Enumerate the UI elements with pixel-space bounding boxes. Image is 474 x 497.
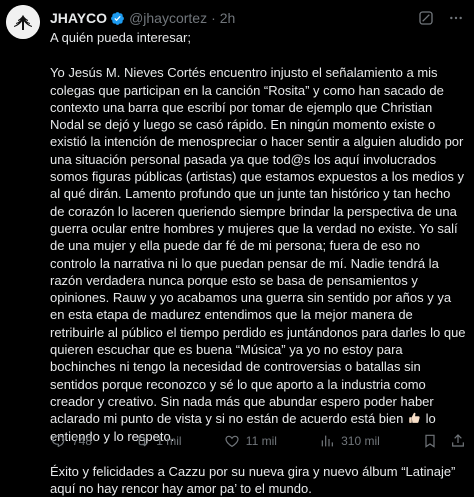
heart-icon bbox=[225, 435, 239, 448]
repost-count: 1 mil bbox=[156, 434, 182, 448]
like-count: 11 mil bbox=[245, 434, 277, 448]
bookmark-icon[interactable] bbox=[422, 433, 438, 449]
reply-button[interactable]: 748 bbox=[50, 433, 92, 449]
tweet-actions: 748 1 mil 11 mil 310 mil bbox=[50, 432, 466, 450]
wing-logo-icon bbox=[6, 5, 40, 39]
views-icon bbox=[321, 435, 334, 447]
thumbs-up-emoji bbox=[409, 412, 420, 424]
reply-count: 748 bbox=[72, 434, 93, 448]
avatar[interactable] bbox=[6, 5, 40, 39]
tweet: JHAYCO @jhaycortez · 2h A quién pueda in… bbox=[0, 0, 474, 496]
tweet-paragraph-2: Yo Jesús M. Nieves Cortés encuentro inju… bbox=[50, 64, 468, 445]
grok-icon[interactable] bbox=[418, 10, 434, 26]
tweet-actions-right bbox=[422, 433, 466, 449]
verified-badge-icon bbox=[111, 11, 124, 25]
repost-button[interactable]: 1 mil bbox=[134, 433, 182, 449]
like-button[interactable]: 11 mil bbox=[224, 433, 277, 449]
repost-icon bbox=[137, 435, 148, 447]
header-actions bbox=[418, 8, 464, 28]
share-icon[interactable] bbox=[450, 433, 466, 449]
handle[interactable]: @jhaycortez bbox=[129, 10, 207, 26]
tweet-paragraph-1: A quién pueda interesar; bbox=[50, 30, 191, 45]
tweet-header: JHAYCO @jhaycortez · 2h bbox=[50, 8, 464, 28]
display-name[interactable]: JHAYCO bbox=[50, 10, 107, 26]
tweet-paragraph-3: Éxito y felicidades a Cazzu por su nueva… bbox=[50, 463, 456, 497]
separator-dot: · bbox=[211, 10, 216, 26]
reply-icon bbox=[52, 435, 65, 448]
timestamp[interactable]: 2h bbox=[220, 10, 236, 26]
tweet-paragraph-2-main: Yo Jesús M. Nieves Cortés encuentro inju… bbox=[50, 65, 466, 427]
tweet-text: A quién pueda interesar; Yo Jesús M. Nie… bbox=[50, 29, 468, 497]
views-count: 310 mil bbox=[341, 434, 380, 448]
views-button[interactable]: 310 mil bbox=[319, 433, 380, 449]
more-icon[interactable] bbox=[448, 10, 464, 26]
